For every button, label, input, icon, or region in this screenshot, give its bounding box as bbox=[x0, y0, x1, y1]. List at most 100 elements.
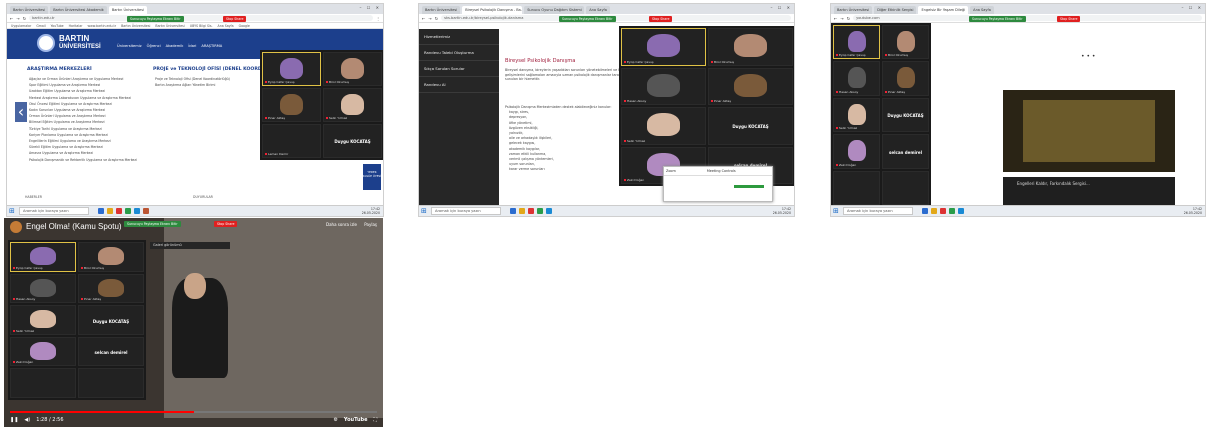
nav-item[interactable]: ARAŞTIRMA bbox=[201, 44, 222, 48]
app-icon[interactable] bbox=[949, 208, 955, 214]
taskbar-search-input[interactable]: Aramak için buraya yazın bbox=[431, 207, 501, 215]
app-icon[interactable] bbox=[537, 208, 543, 214]
video-card[interactable]: Engelleri Kaldır, Farkındalık Sergisi... bbox=[1003, 177, 1175, 207]
participant-tile[interactable]: selcan demirel bbox=[78, 336, 144, 367]
reload-icon[interactable]: ↻ bbox=[435, 16, 438, 21]
video-thumbnail[interactable] bbox=[1003, 90, 1175, 172]
share-button[interactable]: Paylaş bbox=[364, 222, 377, 227]
participant-tile[interactable]: Eyüp Cafer Çavuş bbox=[833, 25, 880, 60]
back-icon[interactable]: ← bbox=[834, 16, 837, 21]
browser-tab[interactable]: Bireysel Psikolojik Danışma - Ba... bbox=[462, 6, 523, 14]
participant-tile[interactable] bbox=[882, 170, 929, 205]
participant-tile[interactable]: Birol Okumuş bbox=[708, 28, 793, 66]
windows-start-icon[interactable]: ⊞ bbox=[421, 207, 428, 215]
app-icon[interactable] bbox=[98, 208, 104, 214]
office-link[interactable]: Bartın Araştırma Ağları Yönetim Birimi bbox=[155, 82, 265, 88]
windows-start-icon[interactable]: ⊞ bbox=[833, 207, 840, 215]
watch-later-button[interactable]: Daha sonra izle bbox=[326, 222, 357, 227]
window-controls[interactable]: – ☐ ✕ bbox=[360, 5, 381, 10]
participant-tile[interactable]: Selin Yılmaz bbox=[323, 88, 382, 122]
participant-tile[interactable]: Zeki Doğan bbox=[10, 336, 76, 367]
participant-tile[interactable]: selcan demirel bbox=[882, 134, 929, 169]
slider-prev-button[interactable]: ‹ bbox=[15, 102, 27, 122]
browser-tab[interactable]: Bartın Üniversitesi bbox=[108, 6, 148, 14]
back-icon[interactable]: ← bbox=[10, 16, 13, 21]
participant-tile[interactable]: Eyüp Cafer Çavuş bbox=[262, 52, 321, 86]
participant-tile[interactable]: Duygu KOCATAŞ bbox=[78, 305, 144, 335]
participant-tile[interactable]: Birol Okumuş bbox=[323, 52, 382, 86]
participant-tile[interactable]: Birol Okumuş bbox=[78, 242, 144, 272]
footer-link[interactable]: HABERLER bbox=[25, 195, 42, 199]
participant-tile[interactable]: Zeki Doğan bbox=[833, 134, 880, 169]
bookmark[interactable]: Gmail bbox=[36, 23, 45, 28]
browser-tab[interactable]: Engelsiz Bir Yaşam Dileği bbox=[918, 6, 969, 14]
folder-icon[interactable] bbox=[931, 208, 937, 214]
reload-icon[interactable]: ↻ bbox=[847, 16, 850, 21]
browser-tab[interactable]: Ana Sayfa bbox=[586, 6, 610, 14]
browser-tab[interactable]: Bartın Üniversitesi Akademik bbox=[50, 6, 107, 14]
taskbar-clock[interactable]: 17:42 26.05.2020 bbox=[362, 207, 380, 215]
participant-tile[interactable]: Hasan Aksoy bbox=[621, 67, 706, 105]
more-icon[interactable]: • • • bbox=[1081, 53, 1095, 60]
screen-share-banner[interactable]: Sunucuyu Paylaşma Ekranı Bitir bbox=[559, 16, 616, 22]
participant-tile[interactable]: Pınar Aktaş bbox=[708, 67, 793, 105]
zoom-view-label[interactable]: Galeri görünümü bbox=[150, 242, 230, 249]
participant-tile[interactable]: Pınar Aktaş bbox=[882, 61, 929, 96]
participant-tile[interactable] bbox=[78, 368, 144, 398]
app-icon[interactable] bbox=[510, 208, 516, 214]
side-menu-item[interactable]: Randevu Talebi Oluşturma bbox=[419, 45, 499, 61]
folder-icon[interactable] bbox=[519, 208, 525, 214]
participant-tile[interactable]: Leman Demir bbox=[262, 124, 321, 158]
url-field[interactable]: bartin.edu.tr bbox=[29, 15, 373, 21]
participant-tile[interactable]: Selin Yılmaz bbox=[833, 97, 880, 133]
menu-icon[interactable]: ⋮ bbox=[376, 16, 380, 21]
chrome-icon[interactable] bbox=[116, 208, 122, 214]
bookmark[interactable]: Ana Sayfa bbox=[218, 23, 234, 28]
participant-tile[interactable]: Duygu KOCATAŞ bbox=[323, 124, 382, 158]
nav-item[interactable]: İdari bbox=[188, 44, 196, 48]
research-center-link[interactable]: Psikolojik Danışmanlık ve Rehberlik Uygu… bbox=[29, 157, 149, 163]
app-icon[interactable] bbox=[143, 208, 149, 214]
participant-tile[interactable]: Pınar Aktaş bbox=[262, 88, 321, 122]
settings-icon[interactable]: ⚙ bbox=[333, 417, 337, 423]
fullscreen-icon[interactable]: ⛶ bbox=[373, 417, 377, 423]
bookmark[interactable]: Bartın Üniversitesi bbox=[121, 23, 150, 28]
participant-tile[interactable]: Eyüp Cafer Çavuş bbox=[10, 242, 76, 272]
video-progress-bar[interactable] bbox=[10, 411, 377, 413]
app-icon[interactable] bbox=[125, 208, 131, 214]
windows-start-icon[interactable]: ⊞ bbox=[9, 207, 16, 215]
browser-tab[interactable]: Sunucu Oyunu Dağıtım Sistemi bbox=[524, 6, 585, 14]
volume-icon[interactable]: ◀) bbox=[24, 417, 30, 423]
bookmark[interactable]: YouTube bbox=[51, 23, 64, 28]
stop-share-button[interactable]: Stop Share bbox=[1057, 16, 1081, 22]
bookmark[interactable]: www.bartin.edu.tr bbox=[88, 23, 117, 28]
side-menu-item[interactable]: Hizmetlerimiz bbox=[419, 29, 499, 45]
browser-tab[interactable]: Bartın Üniversitesi bbox=[422, 6, 461, 14]
research-center-link[interactable]: Merkezi Araştırma Laboratuvarı Uygulama … bbox=[29, 95, 149, 101]
taskbar-clock[interactable]: 17:42 26.05.2020 bbox=[773, 207, 791, 215]
side-menu-item[interactable]: Randevu Al bbox=[419, 77, 499, 93]
participant-tile[interactable]: Hasan Aksoy bbox=[833, 61, 880, 96]
bookmark[interactable]: Bartın Üniversitesi bbox=[155, 23, 184, 28]
screen-share-banner[interactable]: Sunucuyu Paylaşma Ekranı Bitir bbox=[127, 16, 184, 22]
bookmark[interactable]: UBYS Bilgi Sis. bbox=[190, 23, 213, 28]
zoom-icon[interactable] bbox=[134, 208, 140, 214]
app-icon[interactable] bbox=[922, 208, 928, 214]
zoom-icon[interactable] bbox=[546, 208, 552, 214]
participant-tile[interactable]: Hasan Aksoy bbox=[10, 273, 76, 304]
url-field[interactable]: youtube.com bbox=[853, 15, 1202, 21]
taskbar-clock[interactable]: 17:42 26.05.2020 bbox=[1184, 207, 1202, 215]
zoom-meeting-controls-popup[interactable]: Zoom Meeting Controls bbox=[663, 166, 773, 202]
forward-icon[interactable]: → bbox=[428, 16, 431, 21]
nav-item[interactable]: Akademik bbox=[166, 44, 184, 48]
bookmark[interactable]: Google bbox=[239, 23, 250, 28]
browser-tab[interactable]: Bartın Üniversitesi bbox=[10, 6, 49, 14]
participant-tile[interactable]: Duygu KOCATAŞ bbox=[882, 97, 929, 133]
channel-avatar[interactable] bbox=[10, 221, 22, 233]
bookmark[interactable]: Uygulamalar bbox=[11, 23, 31, 28]
url-field[interactable]: sks.bartin.edu.tr/bireysel-psikolojik-da… bbox=[441, 15, 791, 21]
bookmark[interactable]: Haritalar bbox=[69, 23, 83, 28]
side-badge[interactable]: YEDEK KULÜP ÜYESİ bbox=[363, 164, 381, 190]
stop-share-button[interactable]: Stop Share bbox=[214, 221, 238, 227]
window-controls[interactable]: – ☐ ✕ bbox=[1182, 5, 1203, 10]
